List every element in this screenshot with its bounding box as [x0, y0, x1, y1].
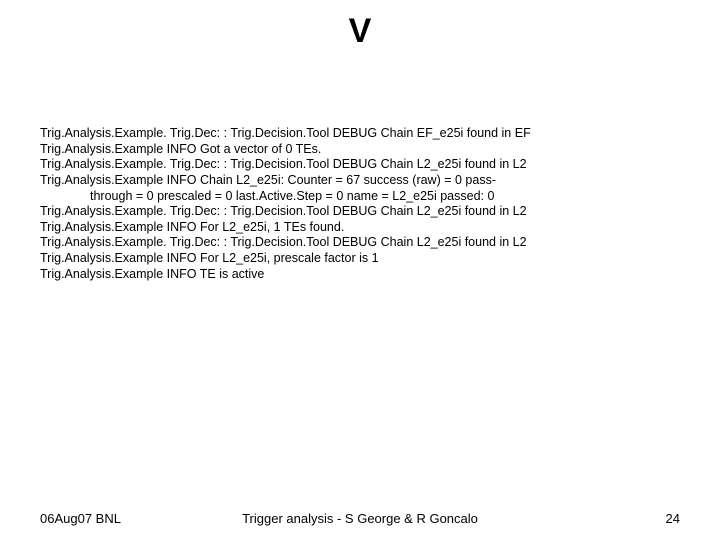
- log-line: Trig.Analysis.Example. Trig.Dec: : Trig.…: [40, 204, 680, 220]
- slide: V Trig.Analysis.Example. Trig.Dec: : Tri…: [0, 0, 720, 540]
- slide-title: V: [0, 12, 720, 51]
- log-line: Trig.Analysis.Example INFO Got a vector …: [40, 142, 680, 158]
- footer-date: 06Aug07 BNL: [40, 511, 121, 526]
- slide-footer: 06Aug07 BNL Trigger analysis - S George …: [40, 511, 680, 526]
- log-line: Trig.Analysis.Example INFO Chain L2_e25i…: [40, 173, 680, 189]
- log-line: through = 0 prescaled = 0 last.Active.St…: [40, 189, 680, 205]
- log-line: Trig.Analysis.Example. Trig.Dec: : Trig.…: [40, 157, 680, 173]
- footer-title: Trigger analysis - S George & R Goncalo: [40, 511, 680, 526]
- log-line: Trig.Analysis.Example. Trig.Dec: : Trig.…: [40, 235, 680, 251]
- log-output-block: Trig.Analysis.Example. Trig.Dec: : Trig.…: [40, 126, 680, 282]
- log-line: Trig.Analysis.Example. Trig.Dec: : Trig.…: [40, 126, 680, 142]
- log-line: Trig.Analysis.Example INFO For L2_e25i, …: [40, 220, 680, 236]
- footer-page-number: 24: [666, 511, 680, 526]
- log-line: Trig.Analysis.Example INFO For L2_e25i, …: [40, 251, 680, 267]
- log-line: Trig.Analysis.Example INFO TE is active: [40, 267, 680, 283]
